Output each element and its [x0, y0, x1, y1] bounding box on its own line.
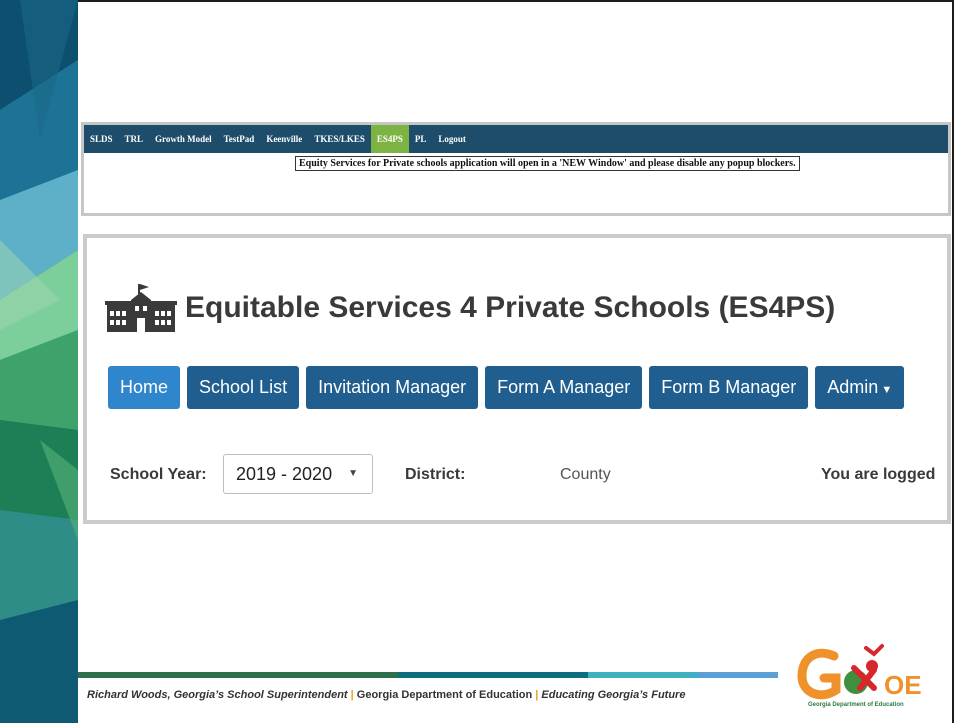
- footer-color-bar: [78, 672, 778, 678]
- form-a-manager-button[interactable]: Form A Manager: [485, 366, 643, 409]
- portal-screenshot: SLDS TRL Growth Model TestPad Keenville …: [81, 122, 951, 216]
- school-year-label: School Year:: [110, 466, 207, 483]
- filter-row: School Year: 2019 - 2020 ▼ District: Cou…: [108, 454, 947, 498]
- admin-button-label: Admin: [827, 377, 879, 397]
- svg-text:OE: OE: [884, 670, 922, 700]
- nav-link-trl[interactable]: TRL: [119, 125, 150, 153]
- nav-link-testpad[interactable]: TestPad: [218, 125, 261, 153]
- school-year-select[interactable]: 2019 - 2020 ▼: [223, 454, 373, 494]
- es4ps-app-screenshot: Equitable Services 4 Private Schools (ES…: [83, 234, 951, 524]
- app-header: Equitable Services 4 Private Schools (ES…: [105, 284, 835, 332]
- footer-separator: |: [535, 689, 539, 701]
- invitation-manager-button[interactable]: Invitation Manager: [306, 366, 479, 409]
- nav-link-pl[interactable]: PL: [409, 125, 433, 153]
- caret-down-icon: ▼: [348, 468, 358, 479]
- admin-dropdown-button[interactable]: Admin ▼: [815, 366, 905, 409]
- footer-separator: |: [350, 689, 354, 701]
- page-title: Equitable Services 4 Private Schools (ES…: [185, 291, 836, 324]
- school-building-icon: [105, 284, 177, 332]
- caret-down-icon: ▼: [881, 384, 893, 396]
- gadoe-logo: OE: [797, 644, 922, 700]
- es4ps-tooltip: Equity Services for Private schools appl…: [295, 156, 800, 171]
- logged-in-text: You are logged: [821, 466, 936, 483]
- footer-slogan: Educating Georgia’s Future: [541, 689, 686, 701]
- slide-frame-top: [78, 0, 954, 2]
- nav-link-keenville[interactable]: Keenville: [260, 125, 308, 153]
- footer-department: Georgia Department of Education: [356, 689, 533, 701]
- nav-link-logout[interactable]: Logout: [432, 125, 472, 153]
- main-nav: Home School List Invitation Manager Form…: [108, 366, 911, 409]
- nav-link-slds[interactable]: SLDS: [84, 125, 119, 153]
- district-label: District:: [405, 466, 466, 483]
- footer-superintendent: Richard Woods, Georgia’s School Superint…: [87, 689, 348, 701]
- form-b-manager-button[interactable]: Form B Manager: [649, 366, 809, 409]
- nav-link-growth-model[interactable]: Growth Model: [149, 125, 218, 153]
- school-list-button[interactable]: School List: [187, 366, 300, 409]
- logo-caption: Georgia Department of Education: [808, 702, 904, 708]
- footer-text: Richard Woods, Georgia’s School Superint…: [87, 689, 685, 701]
- portal-nav-bar: SLDS TRL Growth Model TestPad Keenville …: [84, 125, 948, 153]
- district-value: County: [560, 466, 611, 483]
- nav-link-tkes-lkes[interactable]: TKES/LKES: [308, 125, 371, 153]
- school-year-value: 2019 - 2020: [236, 464, 333, 484]
- nav-link-es4ps[interactable]: ES4PS: [370, 125, 409, 153]
- home-button[interactable]: Home: [108, 366, 181, 409]
- slide-side-decoration: [0, 0, 78, 723]
